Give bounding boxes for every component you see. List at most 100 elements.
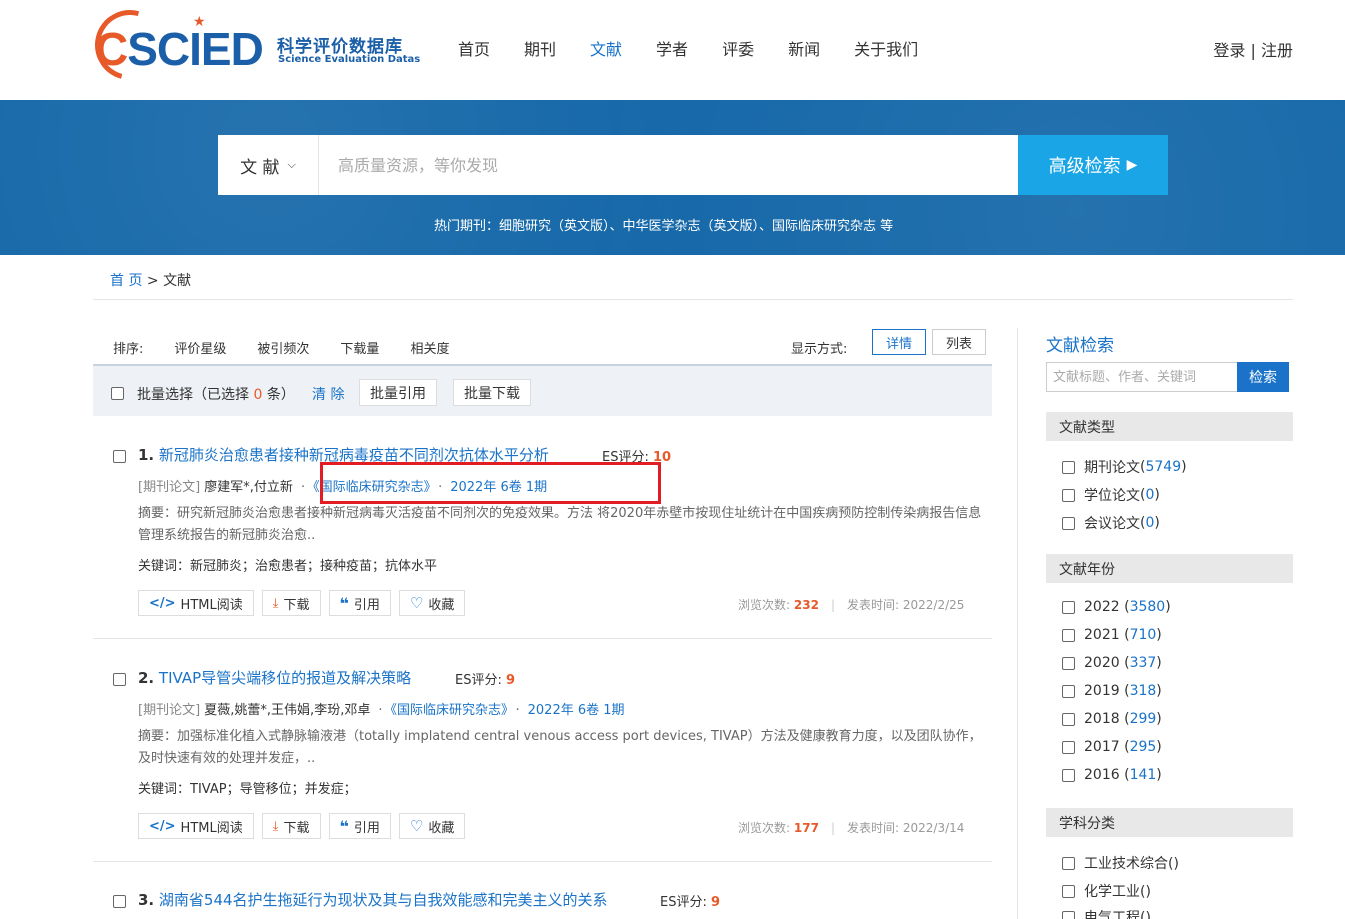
main-nav: 首页 期刊 文献 学者 评委 新闻 关于我们 [458,36,952,60]
nav-home[interactable]: 首页 [458,36,490,60]
collect-button[interactable]: ♡ 收藏 [398,590,466,616]
advanced-search-button[interactable]: 高级检索 ▶ [1018,135,1168,195]
nav-about[interactable]: 关于我们 [854,36,918,60]
nav-journals[interactable]: 期刊 [524,36,556,60]
header: CSCIED ★ 科学评价数据库 Science Evaluation Data… [0,0,1345,100]
display-mode-label: 显示方式: [791,342,848,357]
result-checkbox[interactable] [113,450,126,463]
result-stats: 浏览次数: 177 | 发表时间: 2022/3/14 [738,821,965,835]
filter-year[interactable]: 2020 (337) [1062,655,1162,671]
filter-year[interactable]: 2017 (295) [1062,739,1162,755]
sort-by-relevance[interactable]: 相关度 [410,338,449,357]
filter-doc-type[interactable]: 会议论文 (0) [1062,513,1160,533]
download-icon: ⤓ [272,595,279,611]
year-heading: 文献年份 [1046,554,1293,583]
quote-icon: ❝ [339,593,349,613]
play-arrow-icon: ▶ [1126,157,1138,173]
result-abstract: 摘要：加强标准化植入式静脉输液港（totally implatend centr… [138,729,982,766]
filter-year[interactable]: 2018 (299) [1062,711,1162,727]
html-read-button[interactable]: </> HTML阅读 [138,590,254,616]
sort-label: 排序: [113,342,144,357]
filter-year[interactable]: 2022 (3580) [1062,599,1171,615]
filter-doc-type[interactable]: 学位论文 (0) [1062,485,1160,505]
filter-year[interactable]: 2021 (710) [1062,627,1162,643]
filter-subject[interactable]: 工业技术综合() [1062,853,1179,873]
es-score: ES评分: 9 [660,895,721,910]
quote-icon: ❝ [339,816,349,836]
csced-logo[interactable]: CSCIED ★ 科学评价数据库 Science Evaluation Data… [82,0,420,93]
result-stats: 浏览次数: 232 | 发表时间: 2022/2/25 [738,598,965,612]
search-banner: 文 献 ⌵ 高级检索 ▶ 热门期刊：细胞研究（英文版）、中华医学杂志（英文版）、… [0,100,1345,255]
sort-by-citations[interactable]: 被引频次 [257,338,309,357]
sort-by-rating[interactable]: 评价星级 [174,338,226,357]
divider [93,861,992,862]
sidebar-title: 文献检索 [1046,336,1114,356]
search-box: 文 献 ⌵ 高级检索 ▶ [218,135,1168,195]
heart-icon: ♡ [409,594,424,612]
result-meta: [期刊论文] 夏薇,姚蕾*,王伟娟,李玢,邓卓 · 《国际临床研究杂志》 · 2022年… [138,703,625,718]
result-keywords: 关键词：TIVAP；导管移位；并发症； [138,782,357,797]
code-icon: </> [149,818,176,834]
doc-type-heading: 文献类型 [1046,412,1293,441]
collect-button[interactable]: ♡ 收藏 [398,813,466,839]
nav-literature[interactable]: 文献 [590,36,622,60]
result-actions: </> HTML阅读 ⤓ 下载 ❝ 引用 ♡ 收藏 [138,590,473,616]
nav-reviewers[interactable]: 评委 [722,36,754,60]
chevron-down-icon: ⌵ [287,158,296,171]
filter-doc-type[interactable]: 期刊论文 (5749) [1062,457,1187,477]
search-input[interactable] [319,135,999,195]
nav-scholars[interactable]: 学者 [656,36,688,60]
result-journal-link[interactable]: 《国际临床研究杂志》 [390,703,507,718]
sidebar-search-input[interactable] [1046,362,1237,392]
batch-download-button[interactable]: 批量下载 [453,379,531,406]
cite-button[interactable]: ❝ 引用 [328,590,391,616]
subject-heading: 学科分类 [1046,808,1293,837]
sidebar-search-button[interactable]: 检索 [1237,362,1289,392]
breadcrumb-home[interactable]: 首 页 [110,273,142,289]
html-read-button[interactable]: </> HTML阅读 [138,813,254,839]
download-icon: ⤓ [272,818,279,834]
highlight-box [320,462,661,504]
result-checkbox[interactable] [113,673,126,686]
search-scope-dropdown[interactable]: 文 献 ⌵ [218,135,319,195]
nav-news[interactable]: 新闻 [788,36,820,60]
batch-select-text: 批量选择（已选择 0 条） [137,387,295,403]
es-score: ES评分: 9 [455,673,516,688]
breadcrumb-current: 文献 [163,273,192,289]
result-keywords: 关键词：新冠肺炎；治愈患者；接种疫苗；抗体水平 [138,559,438,574]
result-title[interactable]: 2. TIVAP导管尖端移位的报道及解决策略 [138,667,411,688]
filter-subject[interactable]: 电气工程() [1062,907,1151,919]
view-list-button[interactable]: 列表 [932,329,986,355]
divider [93,299,1293,300]
batch-cite-button[interactable]: 批量引用 [359,379,437,406]
advanced-search-label: 高级检索 [1048,156,1121,177]
result-title[interactable]: 3. 湖南省544名护生拖延行为现状及其与自我效能感和完美主义的关系 [138,889,608,910]
login-register-link[interactable]: 登录 | 注册 [1213,37,1293,61]
logo-star-icon: ★ [193,14,206,30]
result-actions: </> HTML阅读 ⤓ 下载 ❝ 引用 ♡ 收藏 [138,813,473,839]
breadcrumb: 首 页 > 文献 [110,273,192,289]
batch-select-checkbox[interactable] [111,387,124,400]
download-button[interactable]: ⤓ 下载 [261,590,321,616]
filter-subject[interactable]: 化学工业() [1062,881,1151,901]
sort-by-downloads[interactable]: 下载量 [340,338,379,357]
sort-bar: 排序: 评价星级 被引频次 下载量 相关度 [113,338,480,357]
result-authors[interactable]: 廖建军*,付立新 [204,480,293,495]
clear-selection-link[interactable]: 清 除 [312,384,344,404]
download-button[interactable]: ⤓ 下载 [261,813,321,839]
batch-bar: 批量选择（已选择 0 条） 清 除 批量引用 批量下载 [93,364,992,416]
heart-icon: ♡ [409,817,424,835]
result-issue-link[interactable]: 2022年 6卷 1期 [528,703,625,718]
code-icon: </> [149,595,176,611]
result-abstract: 摘要：研究新冠肺炎治愈患者接种新冠病毒灭活疫苗不同剂次的免疫效果。方法 将202… [138,506,982,543]
logo-english-name: Science Evaluation Datas [278,54,421,65]
result-checkbox[interactable] [113,895,126,908]
filter-year[interactable]: 2019 (318) [1062,683,1162,699]
search-scope-label: 文 献 [240,157,280,178]
divider [93,638,992,639]
logo-wordmark: CSCIED [95,23,264,75]
cite-button[interactable]: ❝ 引用 [328,813,391,839]
result-authors[interactable]: 夏薇,姚蕾*,王伟娟,李玢,邓卓 [204,703,370,718]
filter-year[interactable]: 2016 (141) [1062,767,1162,783]
view-detail-button[interactable]: 详情 [872,329,926,355]
